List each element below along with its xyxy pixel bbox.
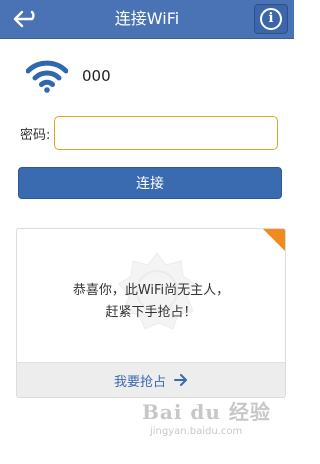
arrow-right-icon xyxy=(174,374,187,386)
claim-button-label: 我要抢占 xyxy=(113,374,166,390)
watermark-logo: Bai du 经验 xyxy=(142,400,271,424)
info-button[interactable]: i xyxy=(254,4,288,34)
claim-button[interactable]: 我要抢占 xyxy=(17,362,285,397)
network-row: 000 xyxy=(26,56,111,96)
promo-text-line1: 恭喜你，此WiFi尚无主人， xyxy=(72,283,230,298)
info-icon: i xyxy=(260,8,282,30)
promo-card: 恭喜你，此WiFi尚无主人， 赶紧下手抢占！ 我要抢占 xyxy=(16,228,286,398)
network-name: 000 xyxy=(82,67,111,85)
baidu-watermark: Bai du 经验 jingyan.baidu.com xyxy=(142,396,272,446)
watermark-url: jingyan.baidu.com xyxy=(150,426,243,437)
wifi-icon xyxy=(26,60,68,93)
password-label: 密码: xyxy=(20,128,51,143)
password-input[interactable] xyxy=(54,116,278,150)
title-bar: 连接WiFi i xyxy=(0,0,294,39)
promo-text-line2: 赶紧下手抢占！ xyxy=(105,305,197,320)
page-title: 连接WiFi xyxy=(114,9,180,28)
connect-button[interactable]: 连接 xyxy=(18,167,282,199)
card-corner-flag xyxy=(263,229,285,251)
